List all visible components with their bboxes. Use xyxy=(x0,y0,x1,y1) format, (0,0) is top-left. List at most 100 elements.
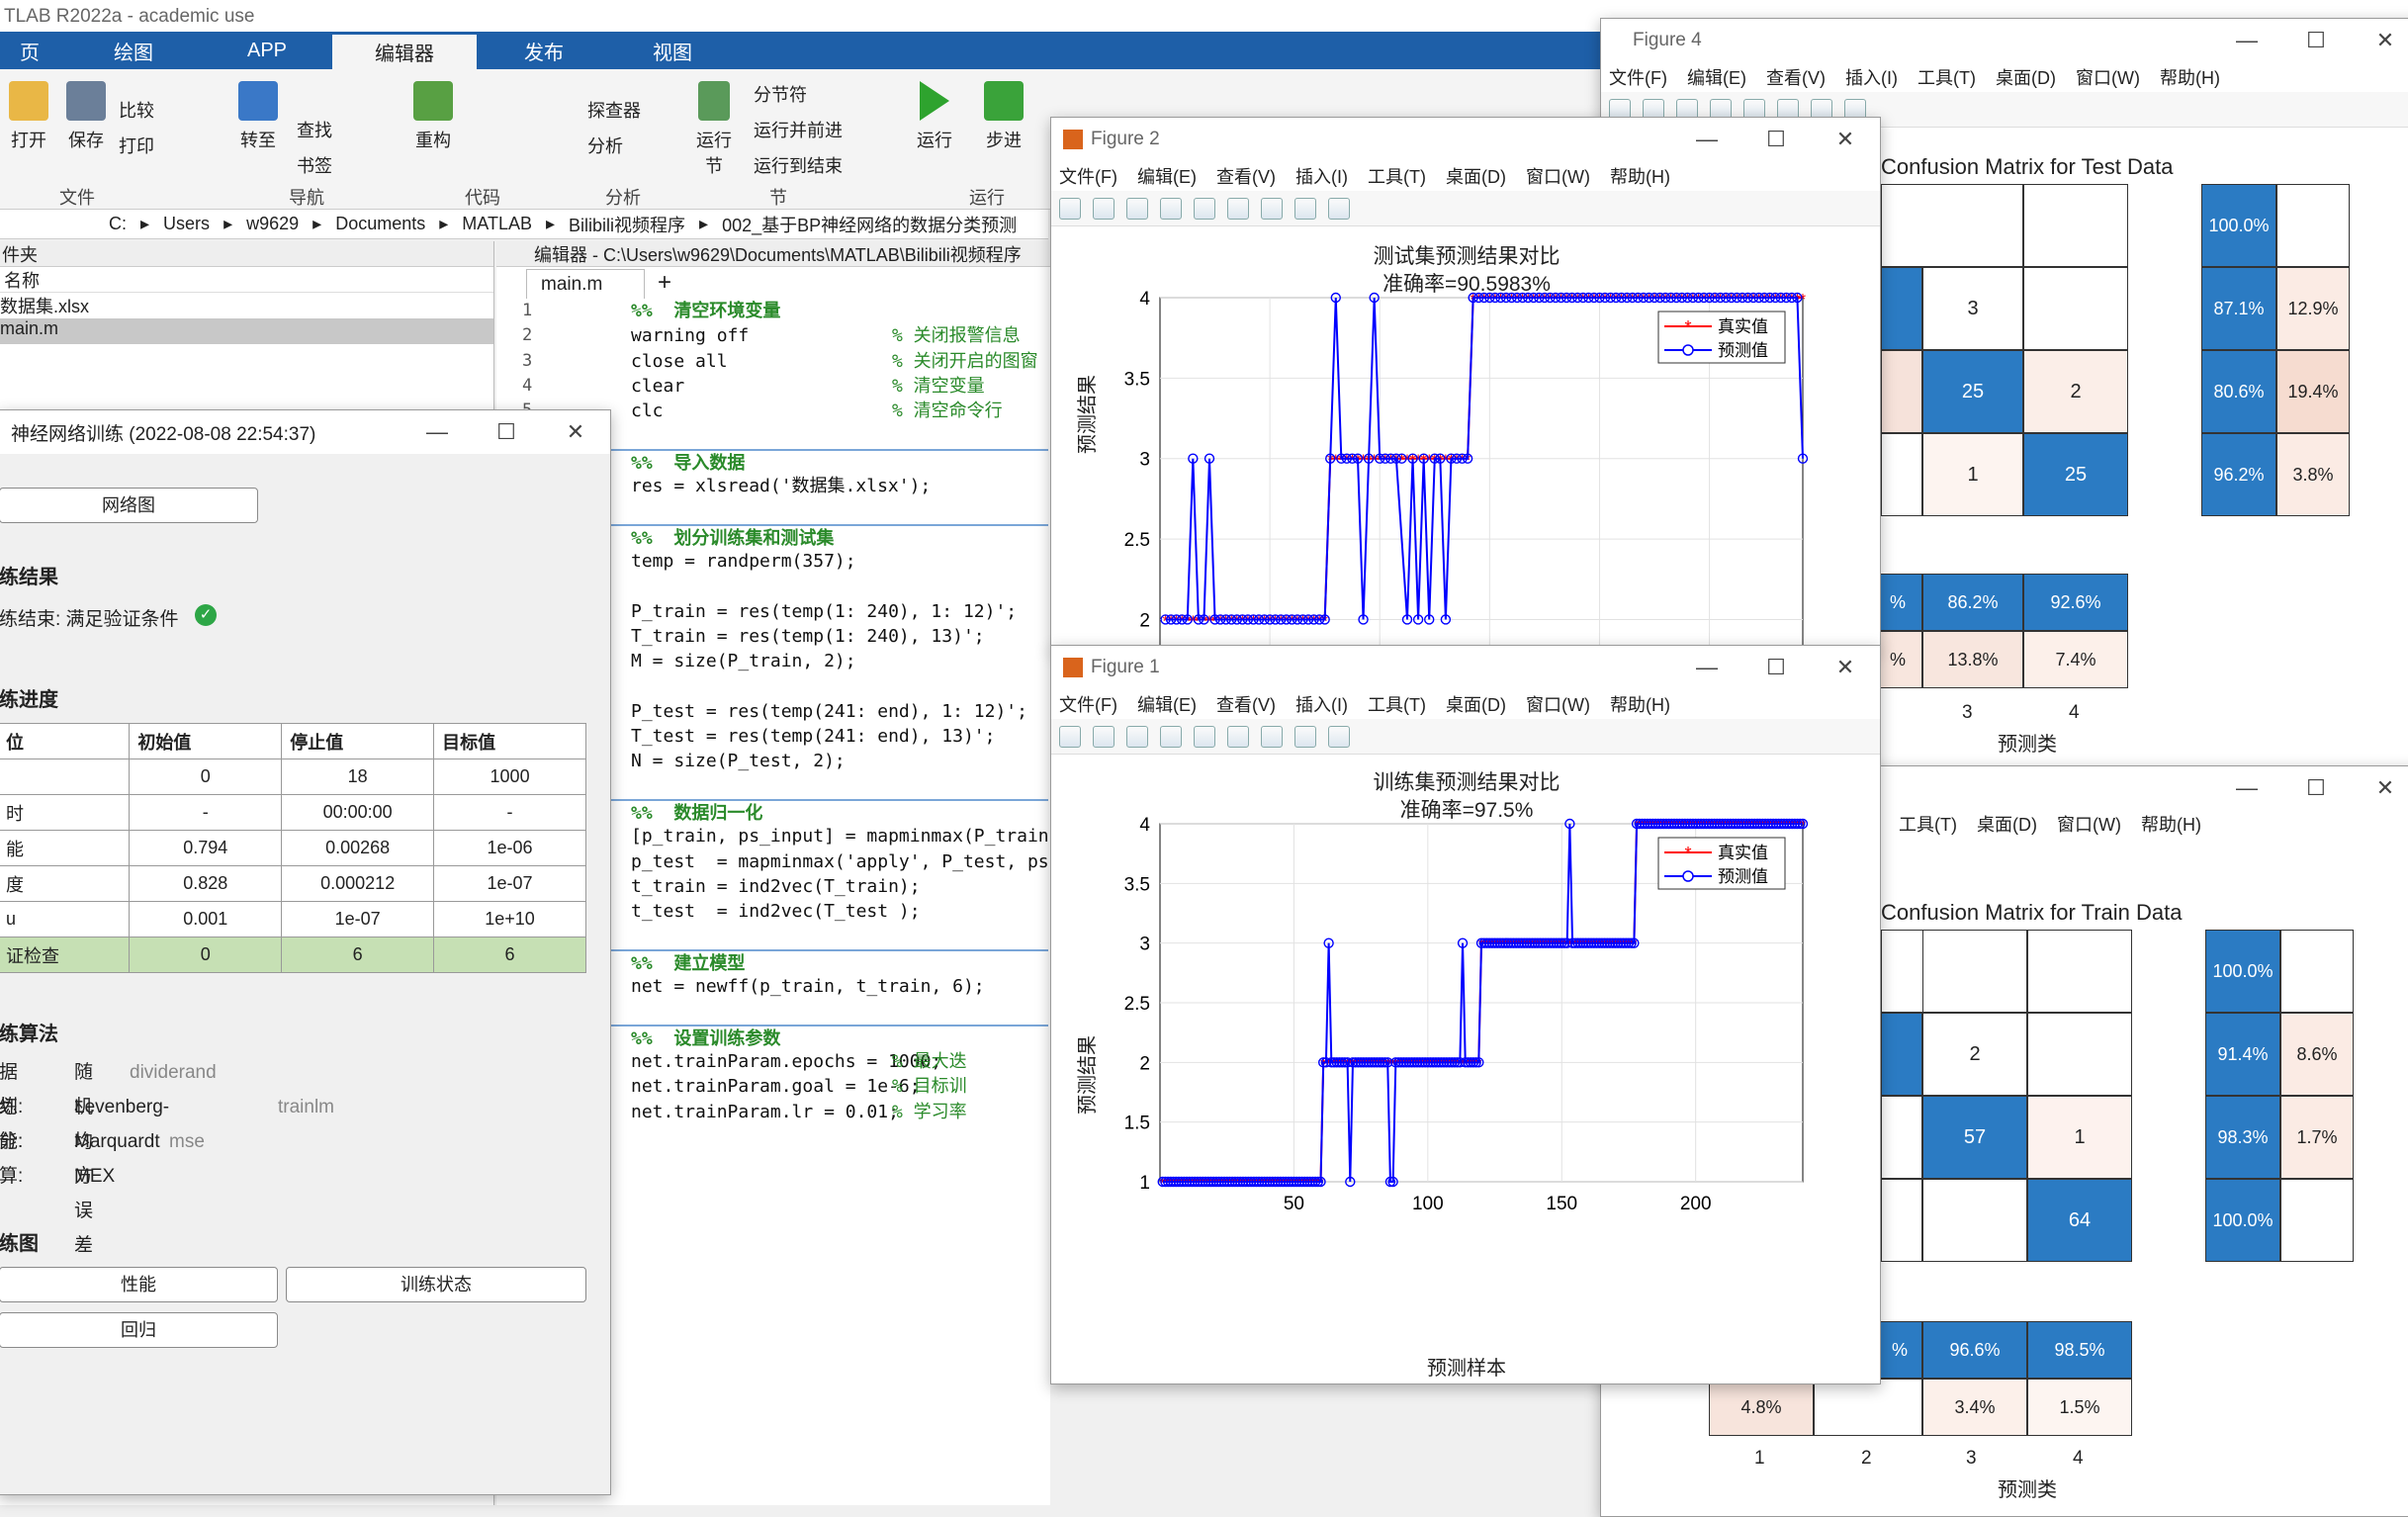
explorer-button[interactable]: 探查器 xyxy=(587,97,676,123)
compare-button[interactable]: 比较 xyxy=(119,97,218,123)
run-to-end-button[interactable]: 运行到结束 xyxy=(754,152,882,178)
train-prediction-plot[interactable]: 43.532.521.5150 100 150 200****************… xyxy=(1051,646,1881,1384)
cm-col-summary: 4.8% xyxy=(1709,1379,1814,1436)
algo-fn: dividerand xyxy=(130,1062,217,1083)
tab-home[interactable]: 页 xyxy=(0,32,59,69)
menu-item[interactable]: 帮助(H) xyxy=(2160,64,2220,90)
line-number: 1 xyxy=(522,301,533,320)
figure4-menubar: 文件(F) 编辑(E) 查看(V) 插入(I) 工具(T) 桌面(D) 窗口(W) 帮助(H) xyxy=(1601,62,2408,92)
goto-button[interactable]: 转至 xyxy=(233,81,283,152)
x-tick-label: 100 xyxy=(1412,1194,1444,1214)
code-comment: % 清空变量 xyxy=(892,375,985,397)
run-button[interactable]: 运行 xyxy=(910,81,959,152)
menu-item[interactable]: 插入(I) xyxy=(1845,64,1898,90)
run-advance-button[interactable]: 运行并前进 xyxy=(754,117,882,142)
file-main[interactable]: main.m xyxy=(0,318,493,344)
legend-label: 真实值 xyxy=(1718,317,1768,337)
open-button[interactable]: 打开 xyxy=(6,81,51,152)
print-button[interactable]: 打印 xyxy=(119,133,218,158)
save-button[interactable]: 保存 xyxy=(63,81,109,152)
path-seg[interactable]: Users xyxy=(163,214,210,234)
tab-apps[interactable]: APP xyxy=(218,32,316,69)
path-seg[interactable]: C: xyxy=(109,214,127,234)
menu-item[interactable]: 文件(F) xyxy=(1609,64,1667,90)
path-bar[interactable]: C: ▸ Users ▸ w9629 ▸ Documents ▸ MATLAB ▸ Bil… xyxy=(0,210,1048,239)
editor-tab-main[interactable]: main.m xyxy=(526,269,645,299)
analyze-button[interactable]: 分析 xyxy=(587,133,676,158)
minimize-button[interactable]: — xyxy=(402,410,472,454)
menu-item[interactable]: 帮助(H) xyxy=(2141,811,2201,837)
path-seg[interactable]: 002_基于BP神经网络的数据分类预测 xyxy=(722,212,1017,237)
menu-item[interactable]: 工具(T) xyxy=(1899,811,1957,837)
cm-row-summary: 96.2% xyxy=(2201,433,2276,516)
menu-item[interactable]: 查看(V) xyxy=(1766,64,1826,90)
refactor-button[interactable]: 重构 xyxy=(405,81,461,152)
table-cell: 度 xyxy=(0,865,131,902)
table-cell: - xyxy=(129,794,283,831)
minimize-button[interactable]: — xyxy=(2212,19,2281,62)
section-break-button[interactable]: 分节符 xyxy=(754,81,882,107)
menu-item[interactable]: 编辑(E) xyxy=(1687,64,1746,90)
cm-col-summary: 1.5% xyxy=(2027,1379,2132,1436)
path-seg[interactable]: w9629 xyxy=(246,214,299,234)
run-section-button[interactable]: 运行 节 xyxy=(694,81,734,178)
cm-col-summary: % xyxy=(1877,1321,1922,1379)
table-cell: 6 xyxy=(281,937,435,973)
performance-button[interactable]: 性能 xyxy=(0,1267,278,1302)
bookmark-button[interactable]: 书签 xyxy=(297,152,386,178)
menu-item[interactable]: 窗口(W) xyxy=(2076,64,2140,90)
cm-row-summary: 12.9% xyxy=(2276,267,2350,350)
algo-heading: 练算法 xyxy=(0,1024,58,1045)
maximize-button[interactable]: ☐ xyxy=(2281,19,2351,62)
cm-col-summary: 92.6% xyxy=(2023,574,2128,631)
tab-publish[interactable]: 发布 xyxy=(494,32,593,69)
menu-item[interactable]: 窗口(W) xyxy=(2057,811,2121,837)
name-column[interactable]: 名称 xyxy=(0,267,493,293)
cm-train-title: Confusion Matrix for Train Data xyxy=(1881,900,2183,925)
close-button[interactable]: ✕ xyxy=(2351,766,2408,810)
cm-row-summary: 91.4% xyxy=(2205,1013,2280,1096)
cm-cell: 64 xyxy=(2027,1179,2132,1262)
path-seg[interactable]: Documents xyxy=(335,214,425,234)
group-analyze: 分析 xyxy=(605,188,641,208)
table-cell: 1e-07 xyxy=(433,865,586,902)
path-seg[interactable]: Bilibili视频程序 xyxy=(569,212,685,237)
cm-xtick: 4 xyxy=(2073,1448,2084,1469)
code-text: %% 建立模型 xyxy=(631,952,746,974)
find-button[interactable]: 查找 xyxy=(297,117,386,142)
code-text: %% 划分训练集和测试集 xyxy=(631,527,835,549)
tab-plots[interactable]: 绘图 xyxy=(89,32,178,69)
maximize-button[interactable]: ☐ xyxy=(472,410,541,454)
menu-item[interactable]: 桌面(D) xyxy=(1977,811,2037,837)
code-text: p_test = mapminmax('apply', P_test, ps xyxy=(631,850,1049,872)
table-cell: 0 xyxy=(129,937,283,973)
table-header: 初始值 xyxy=(129,723,283,759)
network-diagram-button[interactable]: 网络图 xyxy=(0,488,258,523)
y-tick-label: 2.5 xyxy=(1124,530,1150,551)
tab-editor[interactable]: 编辑器 xyxy=(332,32,477,69)
table-row: 度 0.828 0.000212 1e-07 xyxy=(0,865,586,902)
minimize-button[interactable]: — xyxy=(2212,766,2281,810)
path-seg[interactable]: MATLAB xyxy=(462,214,532,234)
test-prediction-plot[interactable]: 43.532.52 * * * * * * * * * * * * * * * * * * * * * * * * * * * * * **… xyxy=(1051,118,1881,651)
cm-row-summary xyxy=(2280,1179,2354,1262)
regression-button[interactable]: 回归 xyxy=(0,1312,278,1348)
cm-xtick: 3 xyxy=(1962,702,1973,723)
step-button[interactable]: 步进 xyxy=(979,81,1028,152)
cm-cell xyxy=(1881,1179,1922,1262)
close-button[interactable]: ✕ xyxy=(541,410,610,454)
code-line: 2 warning off % 关闭报警信息 xyxy=(522,323,1048,348)
cm-cell xyxy=(1922,184,2023,267)
code-text: P_train = res(temp(1: 240), 1: 12)'; xyxy=(631,600,1018,622)
figure3-menubar: 工具(T) 桌面(D) 窗口(W) 帮助(H) xyxy=(1899,811,2201,837)
tab-view[interactable]: 视图 xyxy=(623,32,722,69)
new-tab-button[interactable]: + xyxy=(647,269,682,299)
training-state-button[interactable]: 训练状态 xyxy=(286,1267,586,1302)
close-button[interactable]: ✕ xyxy=(2351,19,2408,62)
maximize-button[interactable]: ☐ xyxy=(2281,766,2351,810)
menu-item[interactable]: 桌面(D) xyxy=(1996,64,2056,90)
menu-item[interactable]: 工具(T) xyxy=(1917,64,1976,90)
table-cell: 能 xyxy=(0,830,131,866)
cm-col-summary: 98.5% xyxy=(2027,1321,2132,1379)
file-xlsx[interactable]: 数据集.xlsx xyxy=(0,293,493,318)
